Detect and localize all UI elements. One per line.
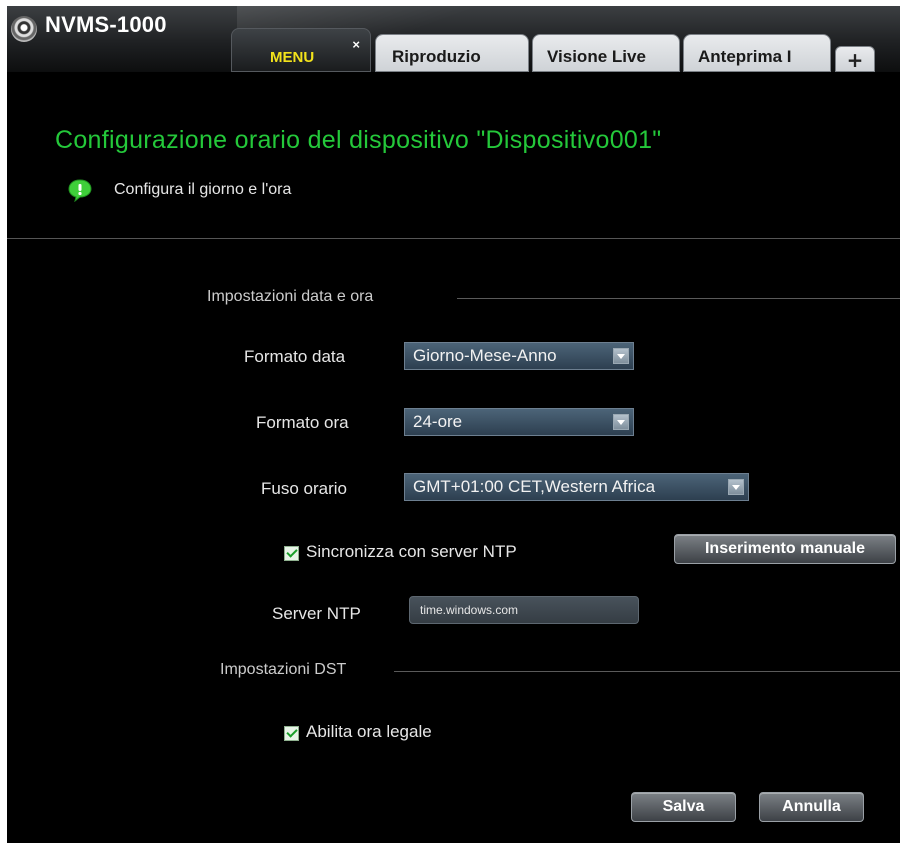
add-tab-button[interactable]: + <box>835 46 875 72</box>
save-button[interactable]: Salva <box>631 792 736 822</box>
tab-anteprima[interactable]: Anteprima I <box>683 34 831 72</box>
date-format-select[interactable]: Giorno-Mese-Anno <box>404 342 634 370</box>
time-format-label: Formato ora <box>256 413 349 432</box>
tab-label: Anteprima I <box>698 47 792 66</box>
time-format-select[interactable]: 24-ore <box>404 408 634 436</box>
manual-entry-button[interactable]: Inserimento manuale <box>674 534 896 564</box>
enable-dst-checkbox[interactable] <box>284 726 299 741</box>
ntp-server-input[interactable]: time.windows.com <box>409 596 639 624</box>
tab-label: Riproduzio <box>392 47 481 66</box>
section-title-datetime: Impostazioni data e ora <box>207 288 374 305</box>
enable-dst-label: Abilita ora legale <box>306 722 432 741</box>
close-icon[interactable]: × <box>352 37 360 52</box>
info-bubble-icon <box>68 179 92 202</box>
tab-visione-live[interactable]: Visione Live <box>532 34 680 72</box>
chevron-down-icon <box>613 414 629 430</box>
time-format-value: 24-ore <box>413 412 463 431</box>
timezone-label: Fuso orario <box>261 479 347 498</box>
timezone-value: GMT+01:00 CET,Western Africa <box>413 477 656 496</box>
title-bar: NVMS-1000 MENU × Riproduzio Visione Live… <box>7 6 900 72</box>
section-divider <box>394 671 900 672</box>
date-format-value: Giorno-Mese-Anno <box>413 346 557 365</box>
date-format-label: Formato data <box>244 347 346 366</box>
section-title-dst: Impostazioni DST <box>220 661 347 678</box>
section-divider <box>457 298 900 299</box>
chevron-down-icon <box>613 348 629 364</box>
camera-logo-icon <box>11 16 37 42</box>
tab-label: MENU <box>270 49 315 66</box>
tab-menu[interactable]: MENU × <box>231 28 371 72</box>
page-title: Configurazione orario del dispositivo "D… <box>55 126 662 154</box>
cancel-button[interactable]: Annulla <box>759 792 864 822</box>
ntp-sync-checkbox[interactable] <box>284 546 299 561</box>
timezone-select[interactable]: GMT+01:00 CET,Western Africa <box>404 473 749 501</box>
app-window: NVMS-1000 MENU × Riproduzio Visione Live… <box>7 6 900 843</box>
ntp-server-label: Server NTP <box>272 604 361 623</box>
app-title: NVMS-1000 <box>45 12 167 37</box>
chevron-down-icon <box>728 479 744 495</box>
tab-label: Visione Live <box>547 47 646 66</box>
ntp-sync-label: Sincronizza con server NTP <box>306 542 517 561</box>
page-subtitle: Configura il giorno e l'ora <box>114 181 292 198</box>
tab-riproduzio[interactable]: Riproduzio <box>375 34 529 72</box>
divider <box>7 238 900 239</box>
